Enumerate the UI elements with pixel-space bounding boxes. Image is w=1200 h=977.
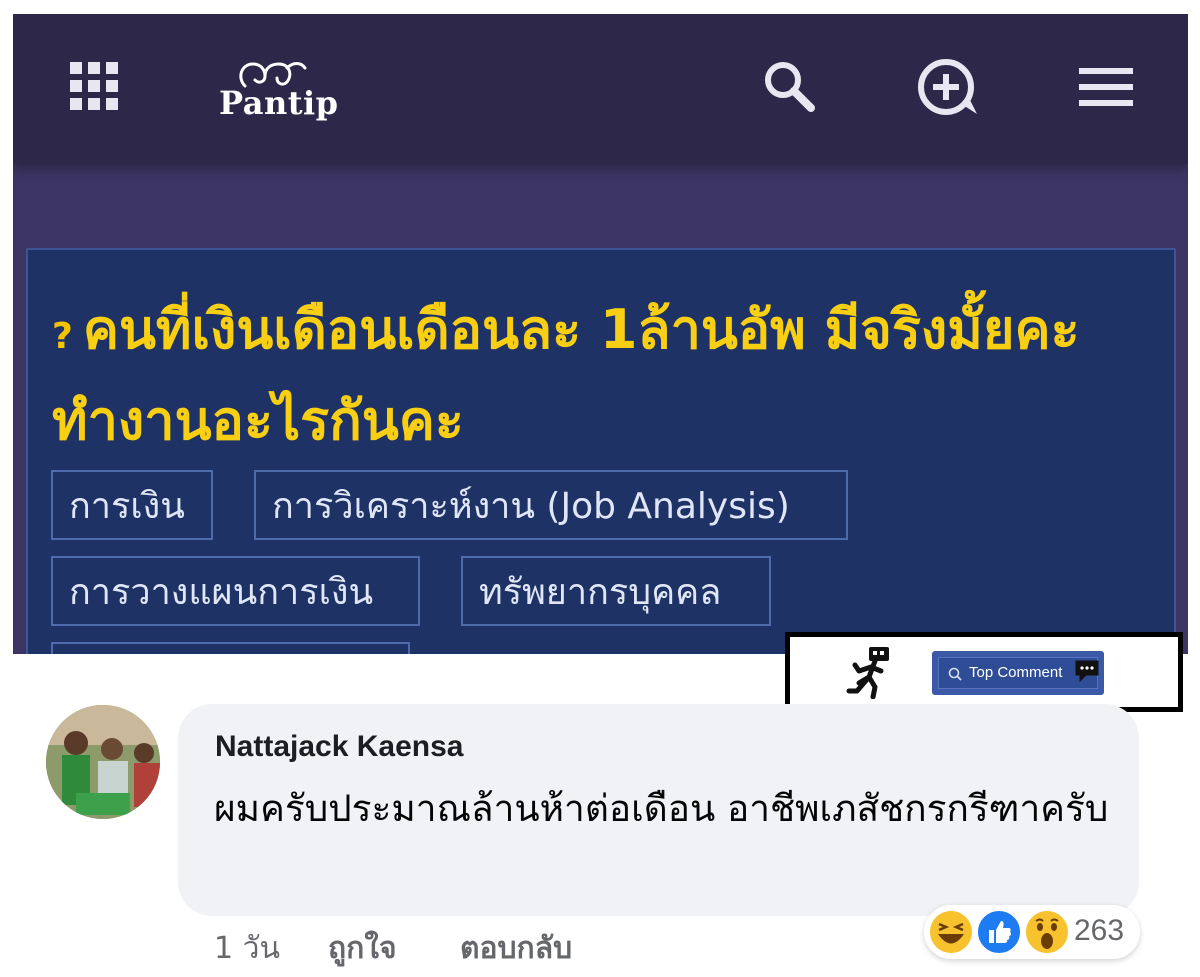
- topic-card: ? คนที่เงินเดือนเดือนละ 1ล้านอัพ มีจริงมั…: [26, 248, 1176, 654]
- top-comment-badge: Top Comment: [785, 632, 1183, 712]
- tag-financial-planning[interactable]: การวางแผนการเงิน: [51, 556, 420, 626]
- apps-grid-icon[interactable]: [70, 62, 118, 110]
- wow-icon: [1024, 909, 1070, 955]
- top-comment-label: Top Comment: [969, 664, 1063, 681]
- pantip-screenshot: Pantip ? คนที่เงินเดือนเดือนละ 1ล้านอัพ ม…: [13, 14, 1188, 654]
- pantip-logo[interactable]: Pantip: [213, 58, 343, 128]
- comment-timestamp[interactable]: 1 วัน: [214, 925, 280, 972]
- comment-bubble: Nattajack Kaensa ผมครับประมาณล้านห้าต่อเ…: [178, 704, 1139, 916]
- avatar[interactable]: [46, 705, 160, 819]
- search-icon[interactable]: [761, 58, 817, 114]
- question-icon: ?: [52, 316, 73, 357]
- search-icon: [948, 667, 962, 681]
- topic-title[interactable]: ? คนที่เงินเดือนเดือนละ 1ล้านอัพ มีจริงมั…: [52, 288, 1152, 463]
- top-comment-button[interactable]: Top Comment: [932, 651, 1104, 695]
- chat-bubble-icon: [1075, 660, 1099, 683]
- like-icon: [976, 909, 1022, 955]
- reaction-summary[interactable]: 263: [924, 905, 1140, 959]
- avatar-photo: [46, 705, 160, 819]
- pantip-topbar: Pantip: [13, 14, 1188, 164]
- logo-text: Pantip: [219, 84, 339, 122]
- tag-human-resources[interactable]: ทรัพยากรบุคคล: [461, 556, 771, 626]
- haha-icon: [928, 909, 974, 955]
- tag-job-analysis[interactable]: การวิเคราะห์งาน (Job Analysis): [254, 470, 848, 540]
- new-topic-icon[interactable]: [917, 58, 981, 118]
- menu-icon[interactable]: [1079, 68, 1133, 108]
- tag-partial[interactable]: [51, 642, 410, 654]
- comment-author[interactable]: Nattajack Kaensa: [215, 730, 463, 764]
- tag-finance[interactable]: การเงิน: [51, 470, 213, 540]
- reply-action[interactable]: ตอบกลับ: [460, 925, 572, 972]
- like-action[interactable]: ถูกใจ: [328, 925, 397, 972]
- comment-text: ผมครับประมาณล้านห้าต่อเดือน อาชีพเภสัชกร…: [214, 787, 1109, 830]
- runner-icon: [846, 647, 889, 699]
- reaction-count: 263: [1074, 914, 1125, 947]
- topic-title-text: คนที่เงินเดือนเดือนละ 1ล้านอัพ มีจริงมั้…: [52, 298, 1080, 452]
